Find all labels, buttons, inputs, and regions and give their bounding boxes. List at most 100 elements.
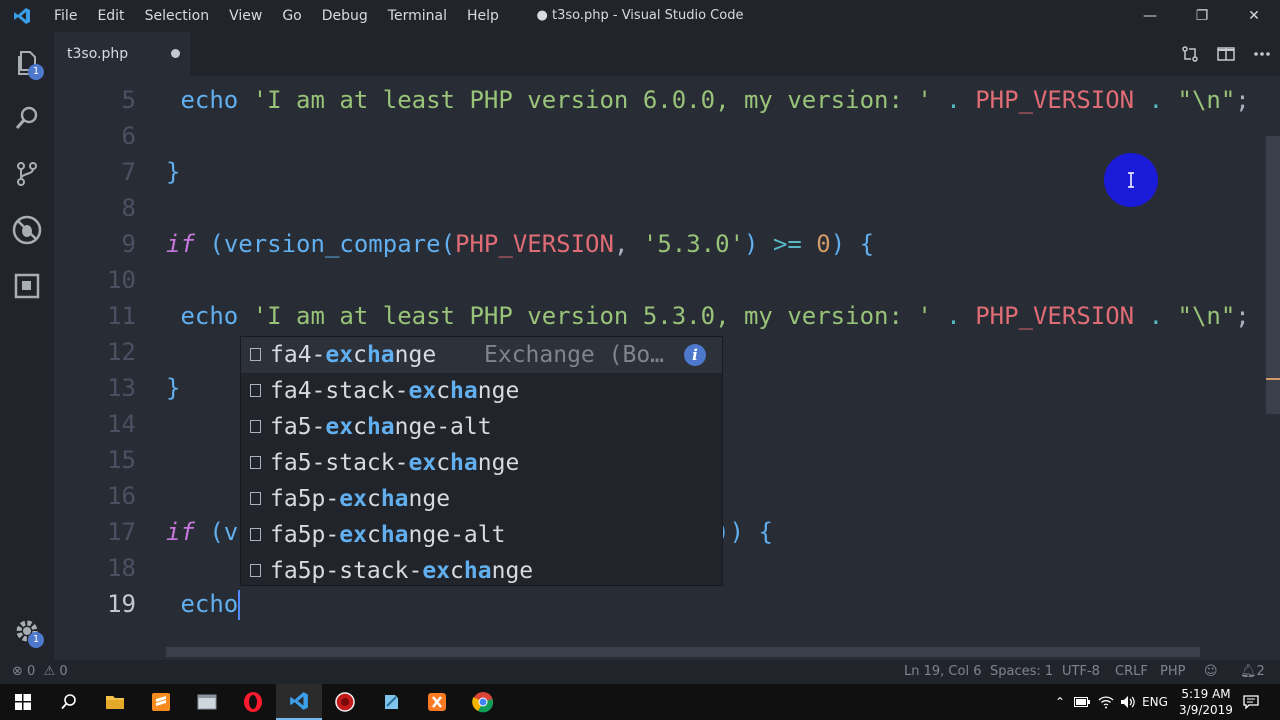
volume-icon[interactable] [1118,684,1138,720]
split-editor-icon[interactable] [1208,32,1244,76]
code-line[interactable]: 8 [54,190,1280,226]
info-icon[interactable]: i [684,344,706,366]
code-line[interactable]: 11 echo 'I am at least PHP version 5.3.0… [54,298,1280,334]
file-explorer-icon[interactable] [92,684,138,720]
vertical-scrollbar[interactable] [1266,136,1280,414]
suggestion-item[interactable]: fa5-exchange-alt [241,409,722,445]
suggestion-item[interactable]: fa4-stack-exchange [241,373,722,409]
code-token: ; [1235,86,1250,114]
suggestion-label: fa4-stack-exchange [270,378,520,404]
code-token: { [758,518,773,546]
code-line[interactable]: 5 echo 'I am at least PHP version 6.0.0,… [54,82,1280,118]
code-line[interactable]: 7} [54,154,1280,190]
code-line[interactable]: 10 [54,262,1280,298]
debug-icon[interactable] [0,205,54,255]
search-icon[interactable] [0,93,54,143]
wifi-icon[interactable] [1096,684,1116,720]
settings-gear-icon[interactable]: 1 [0,606,54,656]
suggestion-item[interactable]: fa4-exchange Exchange (Bo… i [241,337,722,373]
close-button[interactable]: ✕ [1228,0,1280,32]
menu-view[interactable]: View [219,0,272,32]
line-number: 11 [107,302,136,330]
suggestion-item[interactable]: fa5p-exchange-alt [241,517,722,553]
cursor-position[interactable]: Ln 19, Col 6 [904,660,981,684]
notifications[interactable]: 🔔︎2 [1240,660,1265,684]
suggestion-label: fa5p-stack-exchange [270,558,534,584]
line-code: echo 'I am at least PHP version 6.0.0, m… [166,82,1250,118]
vscode-logo-icon [0,0,44,32]
code-token: . [1148,302,1164,330]
code-token: PHP_VERSION [975,86,1135,114]
code-line[interactable]: 9 if (version_compare(PHP_VERSION, '5.3.0… [54,226,1280,262]
code-token: 0 [816,230,831,258]
sublime-text-icon[interactable] [138,684,184,720]
menu-edit[interactable]: Edit [87,0,134,32]
warning-icon: ⚠ [43,664,56,679]
explorer-badge: 1 [28,64,44,80]
window-controls: — ❐ ✕ [1124,0,1280,32]
suggestion-item[interactable]: fa5-stack-exchange [241,445,722,481]
line-number: 15 [107,446,136,474]
menu-go[interactable]: Go [272,0,311,32]
menu-terminal[interactable]: Terminal [378,0,457,32]
title-bar: File Edit Selection View Go Debug Termin… [0,0,1280,32]
extensions-icon[interactable] [0,261,54,311]
battery-icon[interactable] [1072,684,1092,720]
encoding[interactable]: UTF-8 [1062,660,1100,684]
input-language[interactable]: ENG [1140,684,1170,720]
taskbar-search-icon[interactable] [46,684,92,720]
windows-start-icon[interactable] [0,684,46,720]
unsaved-dot-icon[interactable] [171,49,180,58]
notepad-icon[interactable] [368,684,414,720]
source-control-icon[interactable] [0,149,54,199]
error-icon: ⊗ [12,664,23,679]
menu-debug[interactable]: Debug [312,0,378,32]
text-kind-icon [250,420,261,433]
xampp-icon[interactable] [414,684,460,720]
vscode-taskbar-icon[interactable] [276,684,322,720]
warning-count: 0 [59,664,68,679]
feedback-smiley-icon[interactable]: ☺ [1204,660,1218,684]
menu-file[interactable]: File [44,0,87,32]
menu-help[interactable]: Help [457,0,509,32]
suggestion-item[interactable]: fa5p-exchange [241,481,722,517]
suggest-widget: fa4-exchange Exchange (Bo… i fa4-stack-exch… [240,336,723,586]
indentation[interactable]: Spaces: 1 [990,660,1053,684]
minimize-button[interactable]: — [1124,0,1176,32]
language-mode[interactable]: PHP [1160,660,1185,684]
code-token: echo [180,86,239,114]
show-hidden-icons-chevron-up-icon[interactable]: ⌃ [1050,684,1070,720]
restore-button[interactable]: ❐ [1176,0,1228,32]
open-changes-icon[interactable] [1172,32,1208,76]
code-token: if [166,230,195,258]
record-app-icon[interactable] [322,684,368,720]
action-center-icon[interactable] [1240,684,1262,720]
opera-browser-icon[interactable] [230,684,276,720]
line-endings[interactable]: CRLF [1115,660,1148,684]
overview-ruler-mark [1266,378,1280,380]
code-token: echo [180,590,239,618]
code-token: ) [744,230,759,258]
code-token: . [946,302,961,330]
chrome-icon[interactable] [460,684,506,720]
line-number: 5 [121,86,136,114]
code-line[interactable]: 19 echo [54,586,1280,622]
suggestion-item[interactable]: fa5p-stack-exchange [241,553,722,589]
more-actions-icon[interactable] [1244,32,1280,76]
menu-selection[interactable]: Selection [135,0,220,32]
explorer-icon[interactable]: 1 [0,38,54,88]
problems-indicator[interactable]: ⊗ 0 ⚠ 0 [12,660,68,684]
clock[interactable]: 5:19 AM 3/9/2019 [1176,686,1236,718]
code-line[interactable]: 6 [54,118,1280,154]
menu-bar: File Edit Selection View Go Debug Termin… [44,0,509,32]
horizontal-scrollbar[interactable] [166,647,1200,657]
tab-t3so-php[interactable]: t3so.php [54,32,190,76]
app-window-icon[interactable] [184,684,230,720]
vscode-window: File Edit Selection View Go Debug Termin… [0,0,1280,720]
